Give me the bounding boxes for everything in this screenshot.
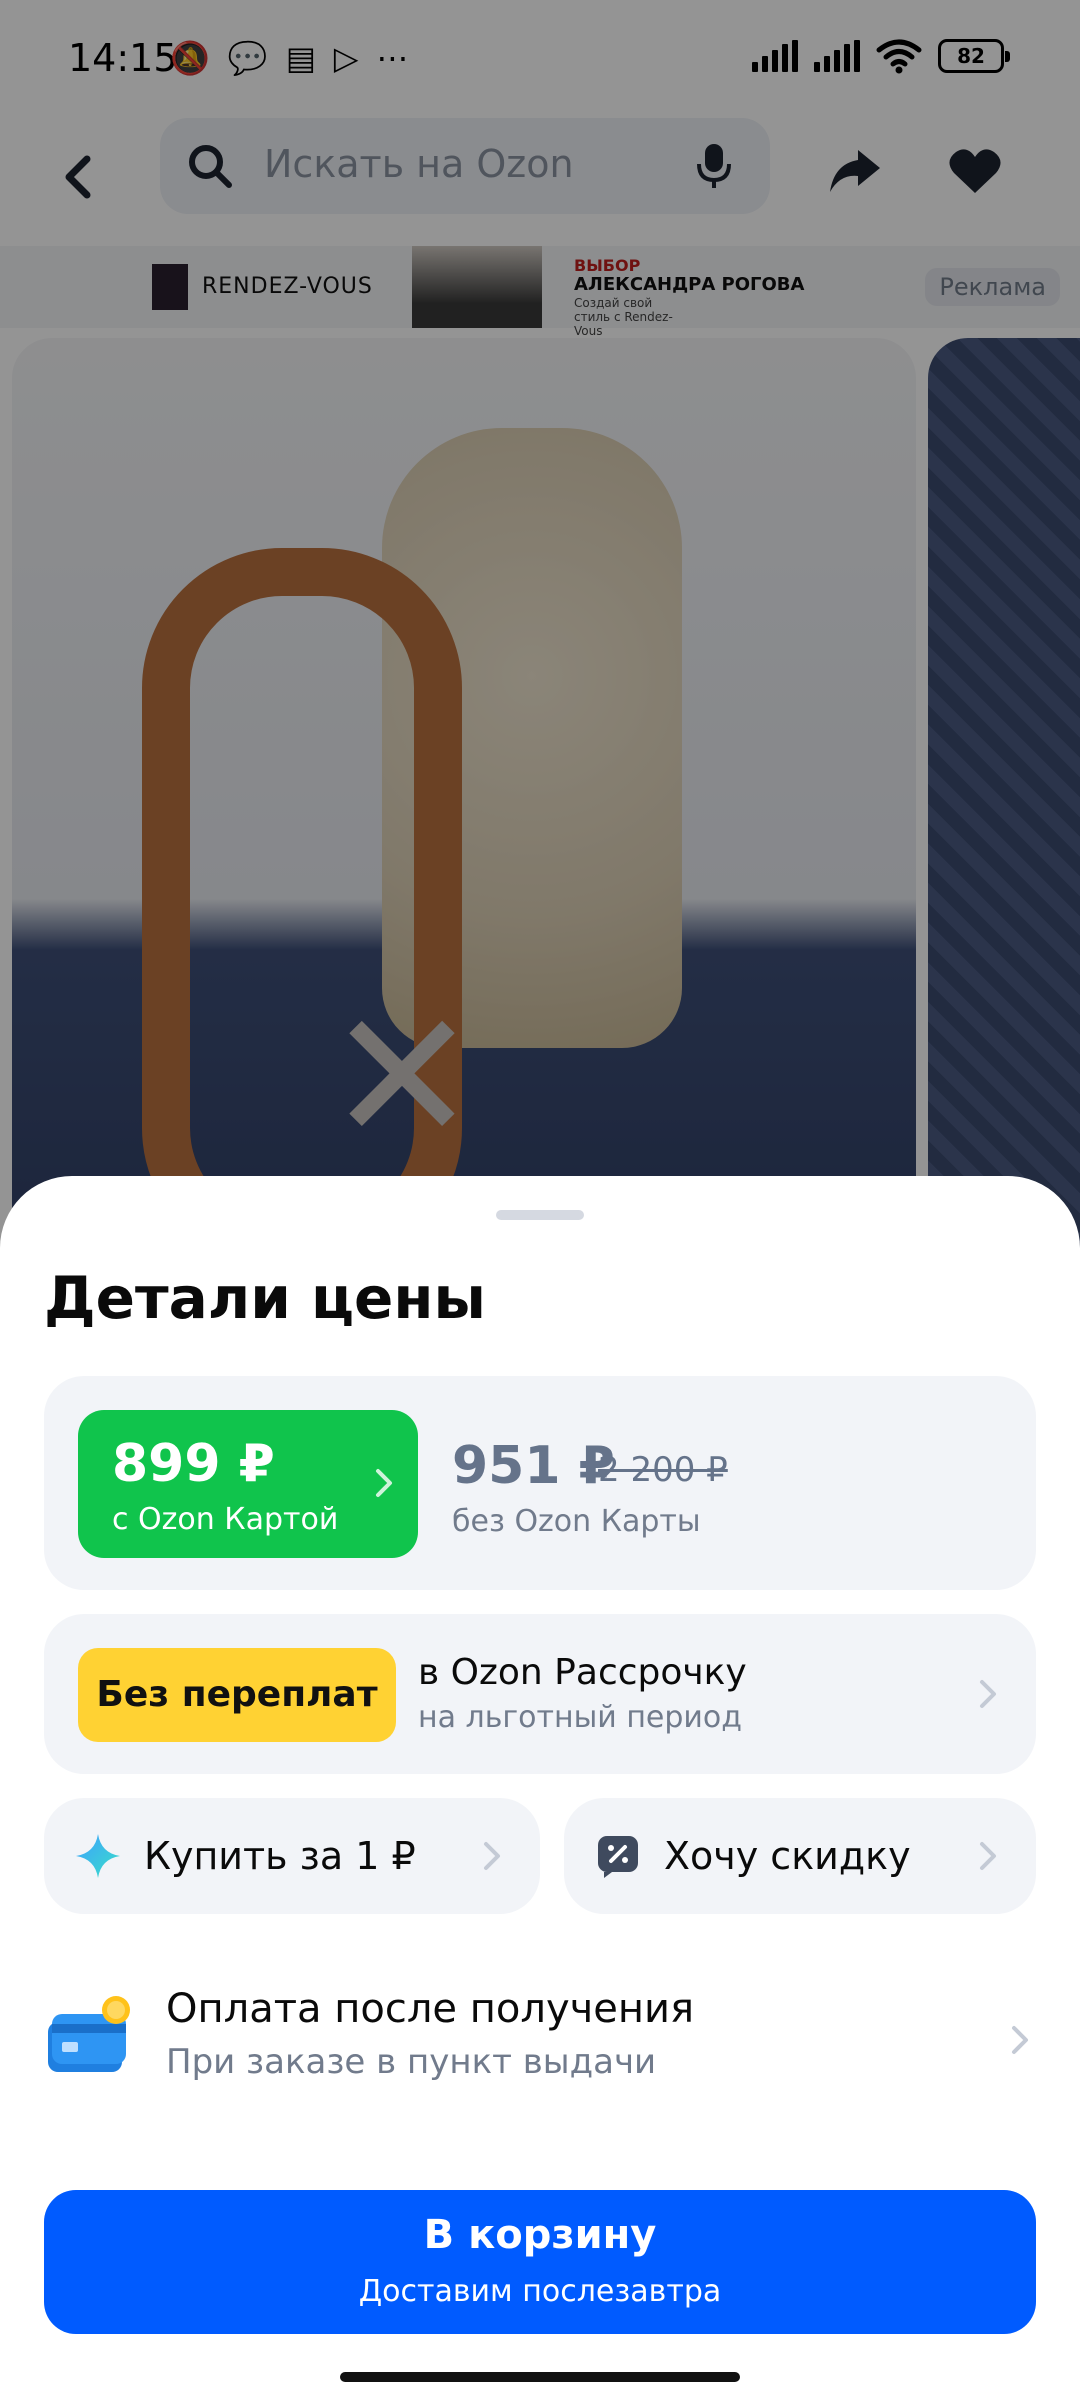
home-indicator[interactable]: [340, 2372, 740, 2382]
delivery-estimate: Доставим послезавтра: [358, 2274, 722, 2309]
pay-after-receipt-row[interactable]: Оплата после получения При заказе в пунк…: [44, 1966, 1036, 2116]
old-price: 2 200 ₽: [598, 1450, 728, 1490]
ozon-card-price: 899 ₽: [112, 1434, 275, 1494]
chevron-right-icon: [980, 1842, 996, 1870]
no-overpay-badge: Без переплат: [78, 1648, 396, 1742]
regular-price-label: без Ozon Карты: [452, 1504, 701, 1539]
sparkle-icon: [76, 1834, 120, 1878]
installment-title: в Ozon Рассрочку: [418, 1652, 747, 1693]
buy-for-1-button[interactable]: Купить за 1 ₽: [44, 1798, 540, 1914]
chevron-right-icon: [980, 1680, 996, 1708]
pay-after-subtitle: При заказе в пункт выдачи: [166, 2042, 657, 2082]
price-details-sheet: Детали цены 899 ₽ с Ozon Картой 951 ₽ 2 …: [0, 1176, 1080, 2400]
chevron-right-icon: [484, 1842, 500, 1870]
buy-for-1-label: Купить за 1 ₽: [144, 1834, 416, 1878]
chevron-right-icon: [376, 1469, 392, 1497]
regular-price: 951 ₽: [452, 1436, 615, 1496]
screen: 14:15 🔕 💬 ▤ ▷ ⋯ 82 Искать на Ozon RENDEZ…: [0, 0, 1080, 2400]
want-discount-label: Хочу скидку: [664, 1834, 911, 1878]
installment-card[interactable]: Без переплат в Ozon Рассрочку на льготны…: [44, 1614, 1036, 1774]
sheet-grabber[interactable]: [496, 1210, 584, 1220]
pay-after-title: Оплата после получения: [166, 1986, 695, 2032]
ozon-card-price-button[interactable]: 899 ₽ с Ozon Картой: [78, 1410, 418, 1558]
add-to-cart-button[interactable]: В корзину Доставим послезавтра: [44, 2190, 1036, 2334]
installment-subtitle: на льготный период: [418, 1700, 743, 1735]
want-discount-button[interactable]: Хочу скидку: [564, 1798, 1036, 1914]
add-to-cart-label: В корзину: [423, 2212, 657, 2258]
price-card: 899 ₽ с Ozon Картой 951 ₽ 2 200 ₽ без Oz…: [44, 1376, 1036, 1590]
chevron-right-icon: [1012, 2026, 1028, 2054]
discount-tag-icon: [598, 1836, 638, 1878]
payment-card-icon: [48, 1996, 130, 2072]
sheet-title: Детали цены: [44, 1264, 486, 1332]
ozon-card-price-label: с Ozon Картой: [112, 1502, 339, 1537]
